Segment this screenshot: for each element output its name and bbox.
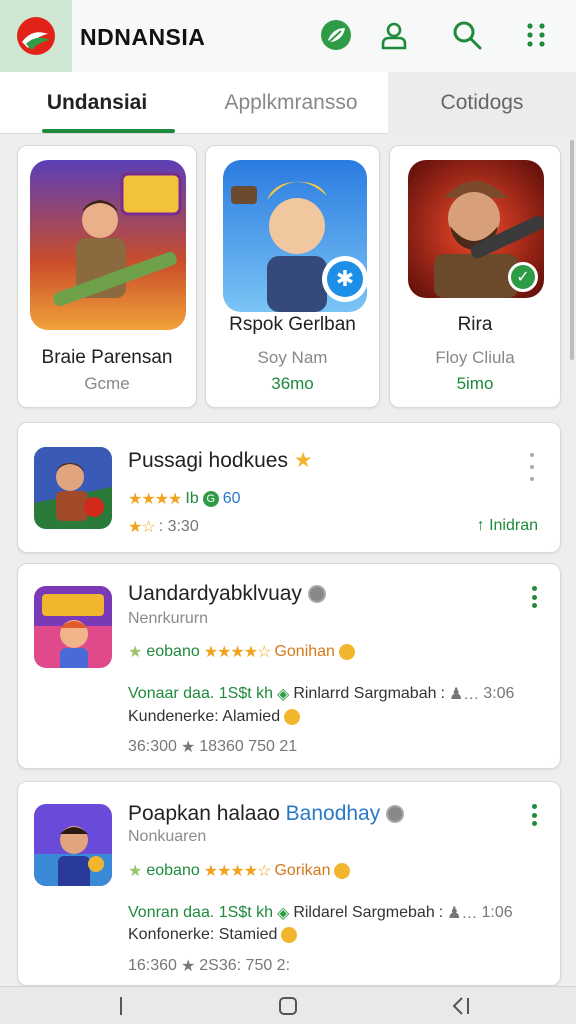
star-icon: ★	[293, 449, 313, 472]
tab-undansiai[interactable]: Undansiai	[0, 72, 194, 134]
item-description: Kundenerke: Alamied	[128, 708, 281, 725]
user-icon: ♟…	[447, 905, 478, 922]
game-artwork	[30, 160, 186, 330]
scrollbar-thumb[interactable]	[570, 140, 574, 360]
more-icon[interactable]	[524, 586, 544, 608]
featured-title: Braie Parensan	[41, 347, 173, 368]
item-time: 1:06	[481, 904, 513, 921]
back-button[interactable]	[446, 995, 476, 1017]
rating-stars-icon: ★★★★	[128, 491, 182, 508]
item-time: : 3:30	[158, 518, 199, 535]
list-item[interactable]: Uandardyabklvuay Nenrkururn ★ eobano ★★★…	[17, 563, 561, 769]
tab-cotidogs[interactable]: Cotidogs	[388, 72, 576, 134]
item-title: Uandardyabklvuay	[128, 582, 326, 606]
globe-icon	[386, 805, 405, 824]
item-genre: Gonihan	[274, 643, 335, 660]
item-title: Poapkan halaao Banodhay	[128, 802, 405, 826]
item-stats: 18360 750 21	[199, 738, 298, 755]
star-outline-icon: ★	[128, 863, 143, 880]
stats-row: 36:300 ★ 18360 750 21	[128, 737, 297, 757]
item-downloads: 36:300	[128, 738, 177, 755]
item-developer: Vonaar daa. 1S$t kh	[128, 685, 273, 702]
item-downloads: 16:360	[128, 957, 177, 974]
app-bar: NDNANSIA	[0, 0, 576, 72]
featured-card-2[interactable]: ✱ Rspok Gerlban Soy Nam 36mo	[205, 145, 380, 408]
globe-icon	[307, 585, 326, 604]
featured-subtitle: Gcme	[84, 374, 130, 393]
verified-badge-icon: ✱	[322, 256, 368, 302]
install-link[interactable]: ↑ Inidran	[477, 517, 538, 535]
emoji-icon	[338, 644, 355, 660]
description-row: Kundenerke: Alamied	[128, 708, 301, 726]
logo-icon	[17, 17, 55, 55]
more-icon[interactable]	[522, 453, 542, 481]
featured-title: Rira	[457, 314, 493, 335]
rating-stars-icon: ★★★★☆	[203, 863, 272, 880]
emoji-icon	[284, 709, 301, 725]
featured-meta: 36mo	[271, 374, 314, 393]
rating-extra: Ib	[185, 490, 199, 507]
rating-row: ★★★★ Ib G 60	[128, 489, 241, 509]
star-icon: ★	[180, 958, 196, 975]
rating-row: ★ eobano ★★★★☆ Gonihan	[128, 642, 355, 662]
featured-subtitle: Soy Nam	[257, 348, 328, 367]
item-title: Pussagi hodkues ★	[128, 449, 313, 472]
item-tag: eobano	[146, 862, 200, 879]
half-stars-icon: ★☆	[128, 519, 156, 536]
item-subtitle: Nonkuaren	[128, 828, 207, 845]
star-icon: ★	[180, 739, 196, 756]
rating-stars-icon: ★★★★☆	[203, 644, 272, 661]
profile-icon[interactable]	[374, 15, 414, 55]
emoji-icon	[334, 863, 351, 879]
item-developer: Vonran daa. 1S$t kh	[128, 904, 273, 921]
leaf-chat-icon[interactable]	[316, 15, 356, 55]
item-title-link[interactable]: Banodhay	[286, 802, 381, 825]
item-tag: eobano	[146, 643, 200, 660]
developer-row: Vonran daa. 1S$t kh ◈ Rildarel Sargmebah…	[128, 904, 513, 922]
app-logo[interactable]	[0, 0, 72, 72]
game-thumbnail	[34, 804, 112, 886]
home-button[interactable]	[273, 995, 303, 1017]
item-time: 3:06	[483, 685, 515, 702]
tag-icon: ◈	[277, 686, 290, 703]
list-item[interactable]: Poapkan halaao Banodhay Nonkuaren ★ eoba…	[17, 781, 561, 986]
coin-icon: G	[202, 491, 219, 507]
tab-bar: Undansiai Applkmransso Cotidogs	[0, 72, 576, 134]
item-description: Konfonerke: Stamied	[128, 926, 278, 943]
time-row: ★☆ : 3:30	[128, 517, 199, 537]
developer-row: Vonaar daa. 1S$t kh ◈ Rinlarrd Sargmabah…	[128, 685, 515, 703]
game-thumbnail	[34, 586, 112, 668]
game-thumbnail	[34, 447, 112, 529]
item-genre: Gorikan	[274, 862, 331, 879]
recents-button[interactable]	[106, 995, 136, 1017]
stats-row: 16:360 ★ 2S36: 750 2:	[128, 956, 290, 976]
description-row: Konfonerke: Stamied	[128, 926, 298, 944]
featured-subtitle: Floy Cliula	[435, 348, 515, 367]
system-nav-bar	[0, 986, 576, 1024]
list-item[interactable]: Pussagi hodkues ★ ★★★★ Ib G 60 ★☆ : 3:30…	[17, 422, 561, 553]
item-subtitle: Nenrkururn	[128, 610, 209, 627]
item-publisher: Rinlarrd Sargmabah	[293, 685, 437, 702]
featured-card-3[interactable]: ✓ Rira Floy Cliula 5imo	[389, 145, 561, 408]
tab-applkmransso[interactable]: Applkmransso	[194, 72, 388, 134]
arrow-up-icon: ↑	[476, 517, 485, 534]
item-publisher: Rildarel Sargmebah	[293, 904, 435, 921]
more-icon[interactable]	[524, 804, 544, 826]
check-badge-icon: ✓	[508, 262, 538, 292]
more-grid-icon[interactable]	[516, 15, 556, 55]
featured-title: Rspok Gerlban	[229, 314, 356, 335]
star-outline-icon: ★	[128, 644, 143, 661]
tag-icon: ◈	[277, 905, 290, 922]
item-stats: 2S36: 750 2:	[199, 957, 291, 974]
active-tab-indicator	[42, 129, 175, 133]
rating-count: 60	[222, 490, 241, 507]
featured-meta: 5imo	[456, 374, 494, 393]
search-icon[interactable]	[447, 15, 487, 55]
emoji-icon	[281, 927, 298, 943]
rating-row: ★ eobano ★★★★☆ Gorikan	[128, 861, 351, 881]
featured-card-1[interactable]: Braie Parensan Gcme	[17, 145, 197, 408]
user-icon: ♟…	[448, 686, 480, 703]
app-title: NDNANSIA	[80, 24, 206, 50]
